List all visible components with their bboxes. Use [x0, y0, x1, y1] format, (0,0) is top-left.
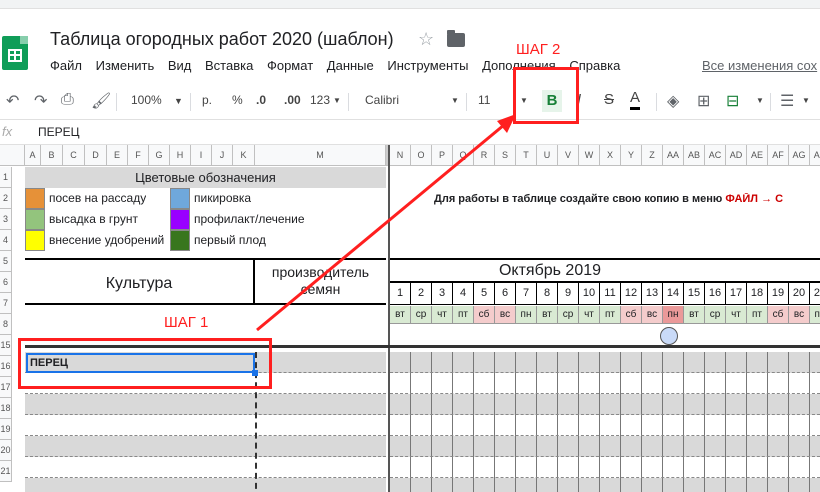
step-arrow-line	[256, 118, 511, 332]
arrow-overlay	[256, 114, 516, 332]
